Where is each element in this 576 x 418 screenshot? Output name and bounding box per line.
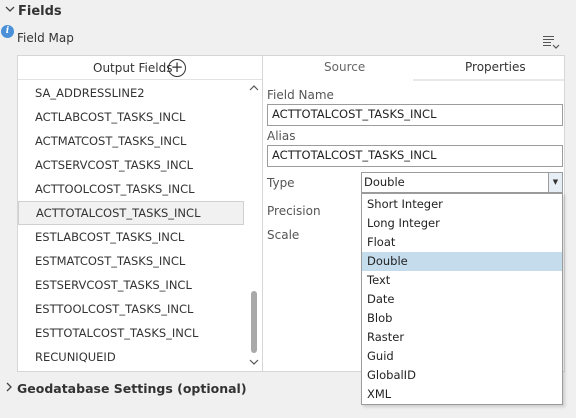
dropdown-option[interactable]: Short Integer: [362, 195, 562, 214]
alias-input[interactable]: ACTTOTALCOST_TASKS_INCL: [267, 145, 563, 167]
dropdown-option[interactable]: Long Integer: [362, 214, 562, 233]
dropdown-option-selected[interactable]: Double: [362, 252, 562, 271]
type-dropdown-list: Short Integer Long Integer Float Double …: [361, 193, 563, 405]
list-item[interactable]: SA_ADDRESSLINE2: [18, 81, 244, 105]
list-item[interactable]: ACTTOOLCOST_TASKS_INCL: [18, 177, 244, 201]
output-fields-list: SA_ADDRESSLINE2 ACTLABCOST_TASKS_INCL AC…: [18, 81, 246, 371]
output-fields-header: Output Fields +: [18, 56, 262, 80]
output-fields-label: Output Fields: [93, 61, 173, 75]
tab-bar: Source Properties: [263, 56, 564, 81]
dropdown-option[interactable]: Blob: [362, 309, 562, 328]
dropdown-option[interactable]: Date: [362, 290, 562, 309]
list-item[interactable]: ESTLABCOST_TASKS_INCL: [18, 225, 244, 249]
list-item[interactable]: ESTTOOLCOST_TASKS_INCL: [18, 297, 244, 321]
tab-properties[interactable]: Properties: [465, 60, 526, 74]
fields-section-title: Fields: [18, 4, 62, 19]
dropdown-option[interactable]: Text: [362, 271, 562, 290]
dropdown-option[interactable]: Guid: [362, 347, 562, 366]
dropdown-option[interactable]: Raster: [362, 328, 562, 347]
chevron-down-icon: [5, 5, 15, 16]
field-name-input[interactable]: ACTTOTALCOST_TASKS_INCL: [267, 104, 563, 126]
list-item-selected[interactable]: ACTTOTALCOST_TASKS_INCL: [18, 201, 244, 225]
tab-active-indicator: [413, 79, 564, 81]
list-item[interactable]: ESTMATCOST_TASKS_INCL: [18, 249, 244, 273]
list-item[interactable]: ACTMATCOST_TASKS_INCL: [18, 129, 244, 153]
precision-label: Precision: [267, 204, 321, 218]
list-scrollbar[interactable]: [247, 81, 261, 371]
alias-label: Alias: [267, 129, 296, 143]
scroll-thumb[interactable]: [251, 291, 257, 353]
list-item[interactable]: ESTTOTALCOST_TASKS_INCL: [18, 321, 244, 345]
info-icon[interactable]: i: [1, 25, 14, 38]
scale-label: Scale: [267, 228, 300, 242]
geodatabase-settings-header[interactable]: Geodatabase Settings (optional): [0, 378, 576, 400]
list-item[interactable]: ESTSERVCOST_TASKS_INCL: [18, 273, 244, 297]
add-field-button[interactable]: +: [168, 59, 186, 77]
tab-source[interactable]: Source: [324, 60, 365, 74]
list-item[interactable]: RECUNIQUEID: [18, 345, 244, 369]
list-options-icon[interactable]: [542, 34, 560, 50]
scroll-down-icon[interactable]: [249, 358, 259, 369]
dropdown-arrow-icon[interactable]: ▼: [548, 173, 562, 192]
chevron-right-icon: [5, 382, 13, 395]
scroll-up-icon[interactable]: [249, 83, 259, 94]
type-select[interactable]: Double ▼: [361, 172, 563, 193]
type-select-value: Double: [364, 175, 405, 189]
list-item[interactable]: ACTLABCOST_TASKS_INCL: [18, 105, 244, 129]
list-item[interactable]: ACTSERVCOST_TASKS_INCL: [18, 153, 244, 177]
panel-divider: [262, 56, 263, 372]
fields-section-header[interactable]: Fields: [0, 0, 576, 24]
field-name-label: Field Name: [267, 88, 334, 102]
dropdown-option[interactable]: Float: [362, 233, 562, 252]
type-label: Type: [267, 176, 295, 190]
geodatabase-settings-title: Geodatabase Settings (optional): [17, 381, 247, 396]
field-map-label: Field Map: [17, 31, 74, 45]
